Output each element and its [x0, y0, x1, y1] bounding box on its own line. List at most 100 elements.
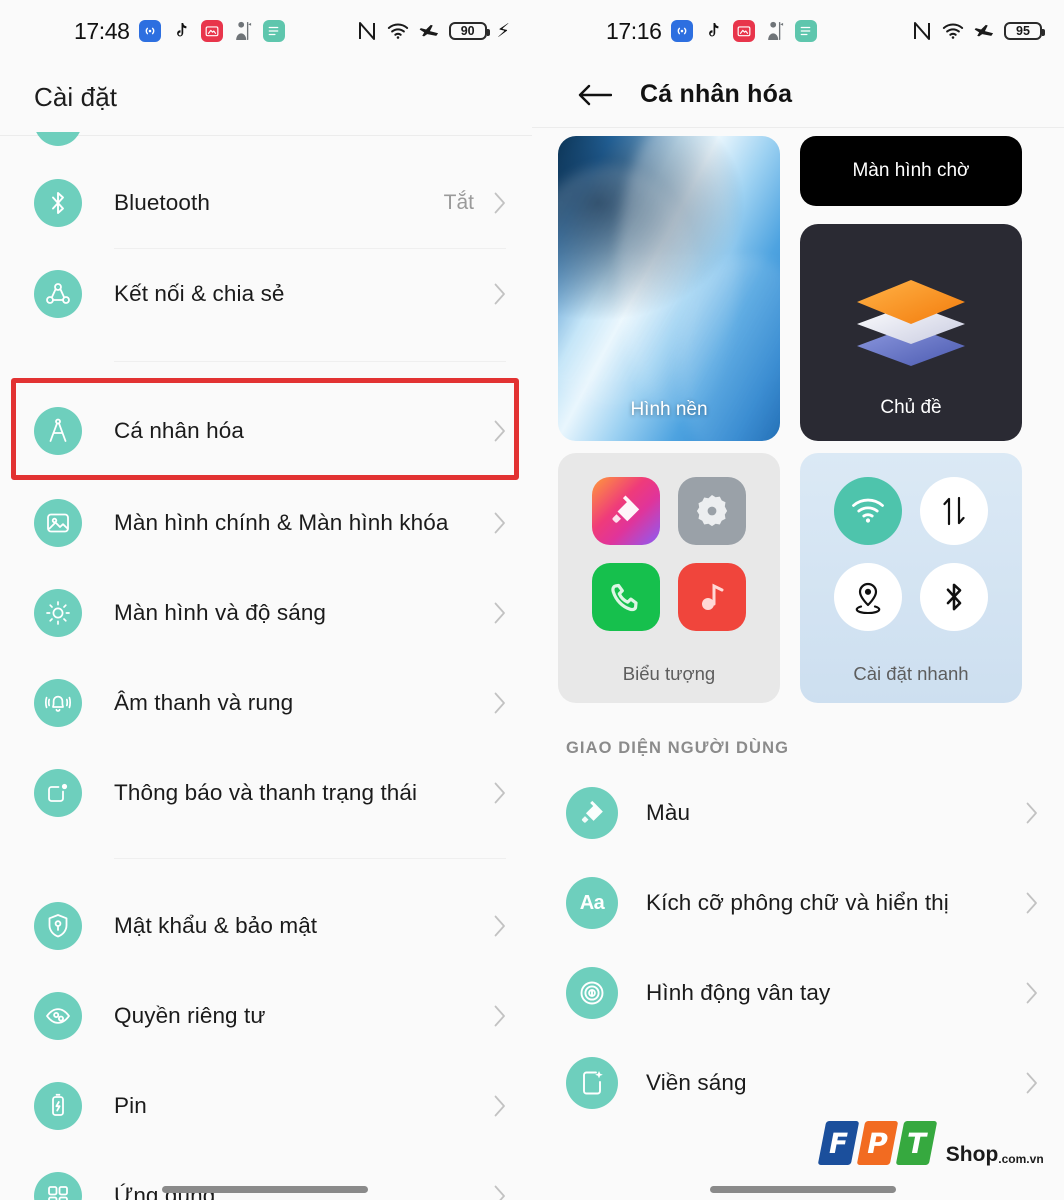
- fingerprint-icon: [566, 967, 618, 1019]
- sidebar-item-home-lock-screen[interactable]: Màn hình chính & Màn hình khóa: [0, 478, 532, 568]
- chevron-right-icon: [494, 782, 505, 804]
- data-transfer-icon: [920, 477, 988, 545]
- fpt-logo-t: T: [895, 1121, 938, 1165]
- personalization-list: Màu Aa Kích cỡ phông chữ và hiển thị Hìn…: [532, 758, 1064, 1128]
- sidebar-item-connection-sharing[interactable]: Kết nối & chia sẻ: [0, 249, 532, 339]
- list-item-label: Màu: [646, 800, 691, 825]
- wifi-icon: [387, 20, 409, 42]
- group-divider: [114, 858, 506, 859]
- status-bar-right: 17:16 95: [532, 0, 1064, 62]
- sidebar-item-sound-vibration[interactable]: Âm thanh và rung: [0, 658, 532, 748]
- image-icon: [34, 499, 82, 547]
- theme-layers-icon: [857, 280, 965, 366]
- wallpaper-card-label: Hình nền: [630, 399, 708, 420]
- sidebar-item-label: Quyền riêng tư: [114, 1003, 266, 1028]
- music-icon: [678, 563, 746, 631]
- sidebar-item-label: Mật khẩu & bảo mật: [114, 913, 318, 938]
- nfc-icon: [911, 20, 933, 42]
- sidebar-item-personalization[interactable]: Cá nhân hóa: [0, 384, 532, 478]
- wifi-icon: [942, 20, 964, 42]
- sidebar-item-privacy[interactable]: Quyền riêng tư: [0, 971, 532, 1061]
- preview-cards-top: Hình nền Màn hình chờ Chủ đề: [532, 128, 1064, 441]
- fpt-shop-text: Shop: [945, 1143, 999, 1166]
- home-indicator-right[interactable]: [710, 1186, 896, 1193]
- bolt-icon: ⚡: [496, 20, 510, 42]
- battery-indicator: 90: [448, 22, 490, 40]
- chevron-right-icon: [494, 512, 505, 534]
- status-bar-left: 17:48 90 ⚡: [0, 0, 532, 62]
- compass-icon: [34, 407, 82, 455]
- quick-toggle-grid: [800, 477, 1022, 631]
- bluetooth-icon: [34, 179, 82, 227]
- settings-list: Bluetooth Tắt Kết nối & chia sẻ Cá nhân …: [0, 136, 532, 1200]
- sidebar-item-notifications-statusbar[interactable]: Thông báo và thanh trạng thái: [0, 748, 532, 838]
- battery-level: 90: [460, 23, 475, 38]
- fpt-logo-f: F: [817, 1121, 860, 1165]
- sidebar-item-bluetooth[interactable]: Bluetooth Tắt: [0, 158, 532, 248]
- sidebar-item-display-brightness[interactable]: Màn hình và độ sáng: [0, 568, 532, 658]
- page-title: Cài đặt: [34, 82, 118, 112]
- list-item-edge-lighting[interactable]: Viền sáng: [532, 1038, 1064, 1128]
- bluetooth-status: Tắt: [443, 191, 474, 214]
- status-bar-right-group: 95: [911, 20, 1045, 42]
- airplane-mode-icon: [418, 20, 440, 42]
- chevron-right-icon: [494, 420, 505, 442]
- chevron-right-icon: [494, 692, 505, 714]
- chevron-right-icon: [1026, 1072, 1037, 1094]
- wallpaper-card[interactable]: Hình nền: [558, 136, 780, 441]
- eye-icon: [34, 992, 82, 1040]
- chevron-right-icon: [1026, 802, 1037, 824]
- list-item-fingerprint-animation[interactable]: Hình động vân tay: [532, 948, 1064, 1038]
- sidebar-item-battery[interactable]: Pin: [0, 1061, 532, 1151]
- sidebar-item-password-security[interactable]: Mật khẩu & bảo mật: [0, 881, 532, 971]
- chevron-right-icon: [494, 915, 505, 937]
- chevron-right-icon: [1026, 982, 1037, 1004]
- fpt-logo-p: P: [856, 1121, 899, 1165]
- checklist-icon: [794, 20, 817, 42]
- sidebar-item-label: Bluetooth: [114, 190, 210, 215]
- screenshot-icon: [732, 20, 755, 42]
- sidebar-item-label: Màn hình chính & Màn hình khóa: [114, 510, 449, 535]
- tiktok-icon: [702, 20, 724, 42]
- icons-card[interactable]: Biểu tượng: [558, 453, 780, 703]
- person-icon: [764, 20, 786, 42]
- chevron-right-icon: [494, 1185, 505, 1200]
- icons-card-label: Biểu tượng: [622, 663, 716, 684]
- settings-gear-icon: [678, 477, 746, 545]
- always-on-display-card[interactable]: Màn hình chờ: [800, 136, 1022, 206]
- checklist-icon: [262, 20, 285, 42]
- quick-settings-card[interactable]: Cài đặt nhanh: [800, 453, 1022, 703]
- font-size-icon: Aa: [566, 877, 618, 929]
- home-indicator-left[interactable]: [162, 1186, 368, 1193]
- chevron-right-icon: [1026, 892, 1037, 914]
- personalization-panel: 17:16 95 Cá nhân hóa Hình nền Màn hình c…: [532, 0, 1064, 1200]
- status-bar-left-group: 17:16: [606, 18, 817, 45]
- chevron-right-icon: [494, 1005, 505, 1027]
- list-item-font-size[interactable]: Aa Kích cỡ phông chữ và hiển thị: [532, 858, 1064, 948]
- sidebar-item-label: Pin: [114, 1093, 147, 1118]
- paint-bucket-icon: [566, 787, 618, 839]
- sidebar-item-label: Âm thanh và rung: [114, 690, 294, 715]
- sidebar-item-label: Kết nối & chia sẻ: [114, 281, 285, 306]
- back-arrow-icon[interactable]: [578, 81, 612, 109]
- right-cards-column: Màn hình chờ Chủ đề: [800, 136, 1022, 441]
- paint-bucket-icon: [592, 477, 660, 545]
- phone-icon: [592, 563, 660, 631]
- preview-cards-bottom: Biểu tượng Cài đặt nhanh: [532, 441, 1064, 703]
- theme-card-label: Chủ đề: [880, 397, 942, 418]
- battery-level: 95: [1016, 23, 1030, 38]
- list-item-color[interactable]: Màu: [532, 768, 1064, 858]
- theme-card[interactable]: Chủ đề: [800, 224, 1022, 441]
- chevron-right-icon: [494, 283, 505, 305]
- aod-card-label: Màn hình chờ: [852, 160, 970, 181]
- quick-settings-card-label: Cài đặt nhanh: [853, 663, 969, 684]
- screenshot-icon: [200, 20, 223, 42]
- cast-icon: [138, 20, 161, 42]
- edge-lighting-icon: [566, 1057, 618, 1109]
- fpt-shop-watermark: F P T Shop .com.vn: [817, 1121, 1045, 1166]
- icon-preview-grid: [558, 477, 780, 631]
- sidebar-item-label: Màn hình và độ sáng: [114, 600, 327, 625]
- page-title: Cá nhân hóa: [640, 80, 793, 108]
- bell-icon: [34, 679, 82, 727]
- bluetooth-icon: [920, 563, 988, 631]
